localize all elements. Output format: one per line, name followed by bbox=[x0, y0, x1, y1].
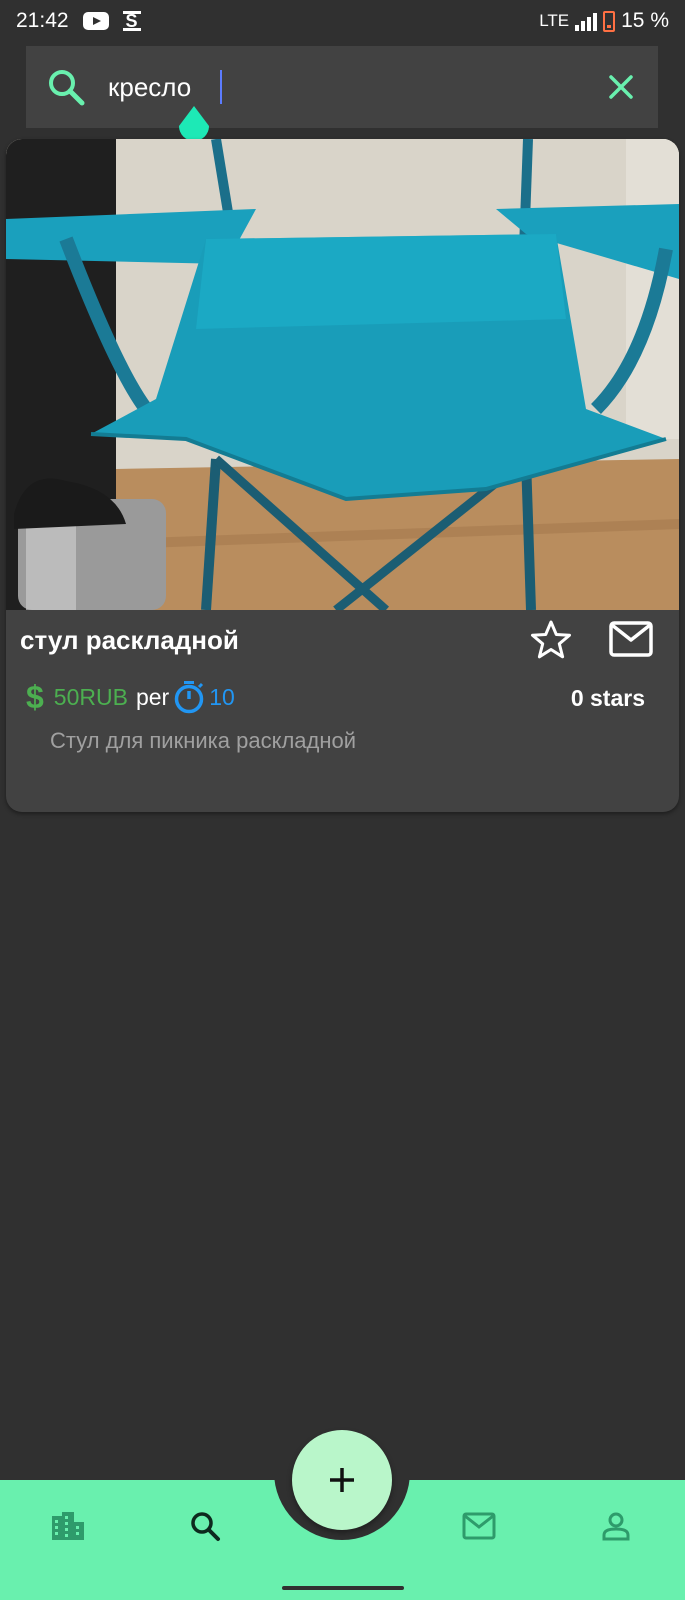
text-caret bbox=[220, 70, 222, 104]
home-indicator[interactable] bbox=[282, 1586, 404, 1590]
stars-count: 0 stars bbox=[570, 685, 645, 711]
battery-label: 15 % bbox=[621, 9, 669, 32]
listing-title: стул раскладной bbox=[20, 625, 239, 655]
battery-icon bbox=[603, 10, 616, 32]
signal-icon bbox=[575, 11, 598, 31]
search-icon bbox=[49, 70, 85, 106]
price-label: 50RUB bbox=[53, 683, 128, 710]
nav-item-profile[interactable] bbox=[596, 1506, 636, 1546]
mail-icon[interactable] bbox=[609, 621, 653, 657]
listing-card[interactable]: стул раскладной $ 50RUB per 10 0 stars С… bbox=[6, 139, 679, 812]
youtube-icon bbox=[82, 12, 109, 30]
nav-item-messages[interactable] bbox=[459, 1506, 499, 1546]
listing-image[interactable] bbox=[6, 139, 679, 610]
status-left: 21:42 S bbox=[16, 9, 141, 33]
search-input[interactable]: кресло bbox=[108, 67, 606, 107]
add-listing-button[interactable] bbox=[292, 1430, 392, 1530]
s-app-icon: S bbox=[122, 11, 141, 31]
search-bar[interactable]: кресло bbox=[26, 46, 658, 128]
nav-item-search[interactable] bbox=[185, 1506, 225, 1546]
status-right: LTE 15 % bbox=[539, 9, 669, 33]
nav-item-listings[interactable] bbox=[48, 1506, 88, 1546]
per-label: per bbox=[135, 683, 170, 710]
status-time: 21:42 bbox=[16, 9, 69, 32]
star-icon[interactable] bbox=[530, 619, 572, 661]
apartment-icon bbox=[52, 1512, 84, 1540]
close-icon[interactable] bbox=[606, 72, 636, 102]
person-icon bbox=[602, 1512, 630, 1541]
timer-icon bbox=[174, 681, 204, 714]
status-bar: 21:42 S LTE 15 % bbox=[0, 0, 685, 42]
network-label: LTE bbox=[539, 11, 570, 30]
search-icon bbox=[191, 1512, 220, 1541]
period-value: 10 bbox=[209, 683, 235, 710]
listing-description: Стул для пикника раскладной bbox=[50, 728, 357, 753]
dollar-icon: $ bbox=[26, 679, 44, 715]
price-row: $ 50RUB per 10 bbox=[26, 679, 235, 715]
plus-icon bbox=[330, 1468, 354, 1492]
mail-icon bbox=[462, 1512, 496, 1540]
